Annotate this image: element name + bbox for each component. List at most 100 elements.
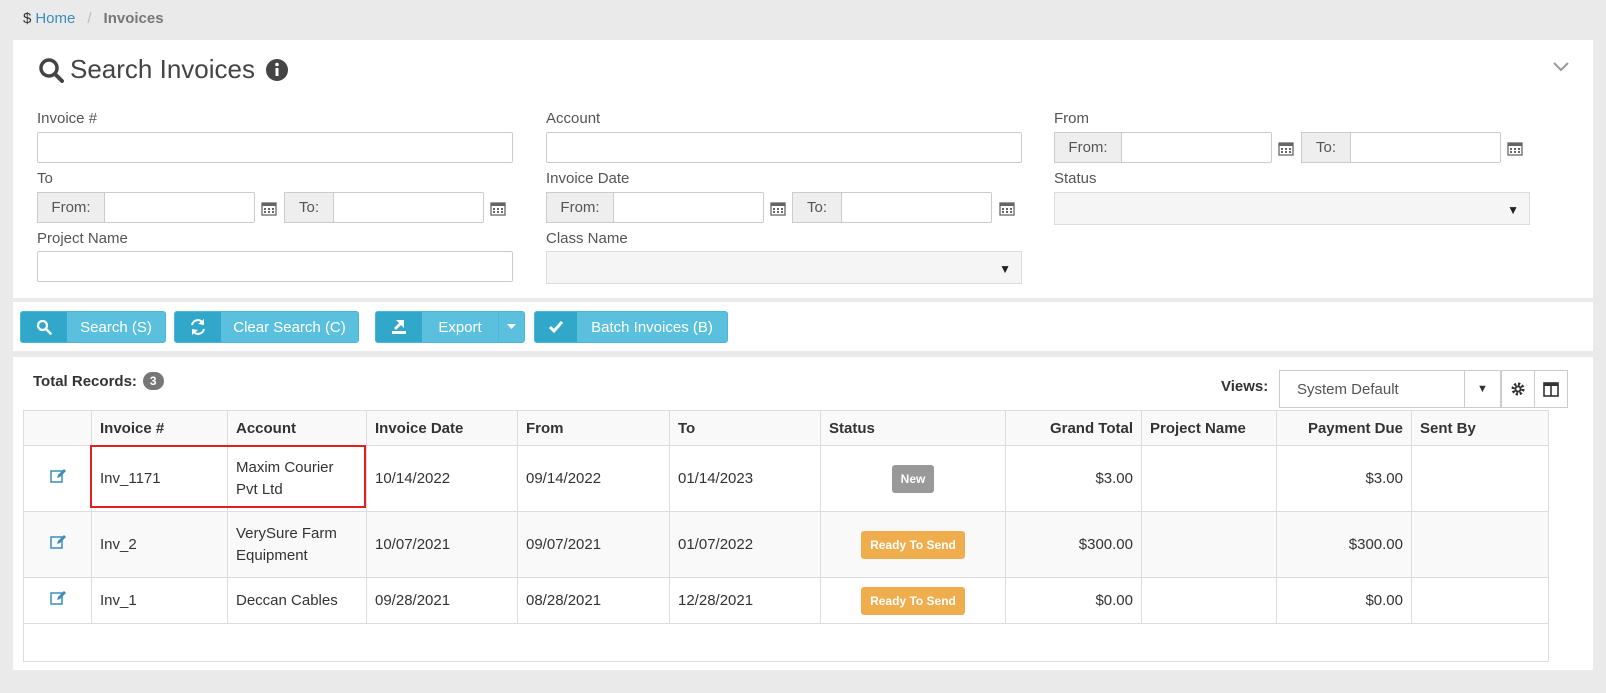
to-from-addon: From: bbox=[37, 192, 105, 223]
class-name-select[interactable]: ▼ bbox=[546, 251, 1022, 284]
to-from-date-input[interactable] bbox=[104, 192, 255, 223]
settings-button[interactable] bbox=[1501, 370, 1535, 408]
column-header-sent-by[interactable]: Sent By bbox=[1411, 410, 1549, 446]
from-from-date-input[interactable] bbox=[1121, 132, 1272, 163]
invoice-number-cell[interactable]: Inv_2 bbox=[91, 511, 228, 578]
column-layout-button[interactable] bbox=[1534, 370, 1568, 408]
table-row: Inv_1 Deccan Cables 09/28/2021 08/28/202… bbox=[23, 577, 1549, 624]
account-input[interactable] bbox=[546, 132, 1022, 163]
invoices-table: Invoice # Account Invoice Date From To S… bbox=[23, 410, 1549, 662]
edit-icon[interactable] bbox=[49, 590, 66, 605]
column-header-grand-total[interactable]: Grand Total bbox=[1005, 410, 1142, 446]
action-toolbar: Search (S) Clear Search (C) Export Batch… bbox=[13, 302, 1593, 351]
from-to-date-input[interactable] bbox=[1350, 132, 1501, 163]
from-label: From bbox=[1054, 110, 1089, 127]
table-row: Inv_2 VerySure Farm Equipment 10/07/2021… bbox=[23, 511, 1549, 578]
caret-down-icon[interactable]: ▼ bbox=[1464, 371, 1500, 407]
invoice-date-to-addon: To: bbox=[792, 192, 842, 223]
to-cell: 01/14/2023 bbox=[669, 445, 821, 512]
project-name-cell bbox=[1141, 445, 1277, 512]
class-name-label: Class Name bbox=[546, 230, 628, 247]
payment-due-cell: $0.00 bbox=[1276, 577, 1412, 624]
invoice-date-to-input[interactable] bbox=[841, 192, 992, 223]
batch-invoices-button[interactable]: Batch Invoices (B) bbox=[534, 311, 728, 343]
columns-icon bbox=[1543, 381, 1559, 397]
from-cell: 08/28/2021 bbox=[517, 577, 670, 624]
project-name-input[interactable] bbox=[37, 251, 513, 282]
views-label: Views: bbox=[1221, 378, 1269, 395]
search-icon bbox=[39, 57, 64, 83]
chevron-down-icon[interactable] bbox=[1553, 62, 1569, 72]
account-cell: VerySure Farm Equipment bbox=[227, 511, 367, 578]
column-header-invoice-date[interactable]: Invoice Date bbox=[366, 410, 518, 446]
table-empty-cell bbox=[23, 623, 1549, 662]
invoice-number-input[interactable] bbox=[37, 132, 513, 163]
table-empty-row bbox=[23, 623, 1549, 662]
grand-total-cell: $3.00 bbox=[1005, 445, 1142, 512]
invoice-number-label: Invoice # bbox=[37, 110, 98, 127]
calendar-icon[interactable] bbox=[999, 200, 1015, 216]
calendar-icon[interactable] bbox=[770, 200, 786, 216]
edit-icon[interactable] bbox=[49, 468, 66, 483]
info-icon[interactable] bbox=[265, 58, 289, 82]
search-panel: Search Invoices Invoice # To From: To: P… bbox=[13, 40, 1593, 298]
account-label: Account bbox=[546, 110, 601, 127]
column-header-invoice-number[interactable]: Invoice # bbox=[91, 410, 228, 446]
column-header-status[interactable]: Status bbox=[820, 410, 1006, 446]
from-cell: 09/14/2022 bbox=[517, 445, 670, 512]
batch-invoices-button-label: Batch Invoices (B) bbox=[591, 318, 713, 336]
clear-search-button[interactable]: Clear Search (C) bbox=[174, 311, 359, 343]
calendar-icon[interactable] bbox=[261, 200, 277, 216]
account-cell: Maxim Courier Pvt Ltd bbox=[227, 445, 367, 512]
edit-icon[interactable] bbox=[49, 534, 66, 549]
calendar-icon[interactable] bbox=[1278, 140, 1294, 156]
calendar-icon[interactable] bbox=[1507, 140, 1523, 156]
invoice-date-cell: 10/14/2022 bbox=[366, 445, 518, 512]
sent-by-cell bbox=[1411, 445, 1549, 512]
export-button[interactable]: Export bbox=[375, 311, 525, 343]
to-cell: 12/28/2021 bbox=[669, 577, 821, 624]
to-to-addon: To: bbox=[284, 192, 334, 223]
to-label: To bbox=[37, 170, 53, 187]
column-header-payment-due[interactable]: Payment Due bbox=[1276, 410, 1412, 446]
refresh-icon bbox=[175, 312, 221, 342]
invoice-date-from-input[interactable] bbox=[613, 192, 764, 223]
search-title-text: Search Invoices bbox=[70, 54, 255, 84]
check-icon bbox=[535, 312, 577, 342]
export-icon bbox=[376, 312, 422, 342]
calendar-icon[interactable] bbox=[490, 200, 506, 216]
breadcrumb-home-link[interactable]: Home bbox=[35, 10, 75, 27]
table-header-row: Invoice # Account Invoice Date From To S… bbox=[23, 410, 1549, 446]
export-button-label: Export bbox=[438, 318, 482, 336]
project-name-label: Project Name bbox=[37, 230, 128, 247]
views-select[interactable]: System Default ▼ bbox=[1279, 370, 1501, 408]
from-from-addon: From: bbox=[1054, 132, 1122, 163]
sent-by-cell bbox=[1411, 577, 1549, 624]
dollar-icon: $ bbox=[23, 10, 32, 27]
to-to-date-input[interactable] bbox=[333, 192, 484, 223]
status-cell: Ready To Send bbox=[820, 577, 1006, 624]
column-header-to[interactable]: To bbox=[669, 410, 821, 446]
column-header-from[interactable]: From bbox=[517, 410, 670, 446]
account-cell: Deccan Cables bbox=[227, 577, 367, 624]
breadcrumb-separator: / bbox=[87, 10, 92, 27]
total-records-label: Total Records: bbox=[33, 372, 137, 390]
caret-down-icon: ▼ bbox=[999, 262, 1011, 276]
sent-by-cell bbox=[1411, 511, 1549, 578]
clear-search-button-label: Clear Search (C) bbox=[233, 318, 346, 336]
column-header-account[interactable]: Account bbox=[227, 410, 367, 446]
grand-total-cell: $300.00 bbox=[1005, 511, 1142, 578]
row-actions-cell bbox=[23, 577, 92, 624]
caret-down-icon[interactable] bbox=[498, 312, 524, 342]
status-select[interactable]: ▼ bbox=[1054, 192, 1530, 225]
status-badge: New bbox=[891, 464, 935, 493]
invoice-number-cell[interactable]: Inv_1171 bbox=[91, 445, 228, 512]
column-header-project-name[interactable]: Project Name bbox=[1141, 410, 1277, 446]
breadcrumb: $ Home / Invoices bbox=[23, 10, 164, 27]
views-select-value: System Default bbox=[1297, 380, 1399, 398]
search-button[interactable]: Search (S) bbox=[20, 311, 166, 343]
invoice-number-cell[interactable]: Inv_1 bbox=[91, 577, 228, 624]
project-name-cell bbox=[1141, 511, 1277, 578]
status-cell: Ready To Send bbox=[820, 511, 1006, 578]
status-label: Status bbox=[1054, 170, 1097, 187]
